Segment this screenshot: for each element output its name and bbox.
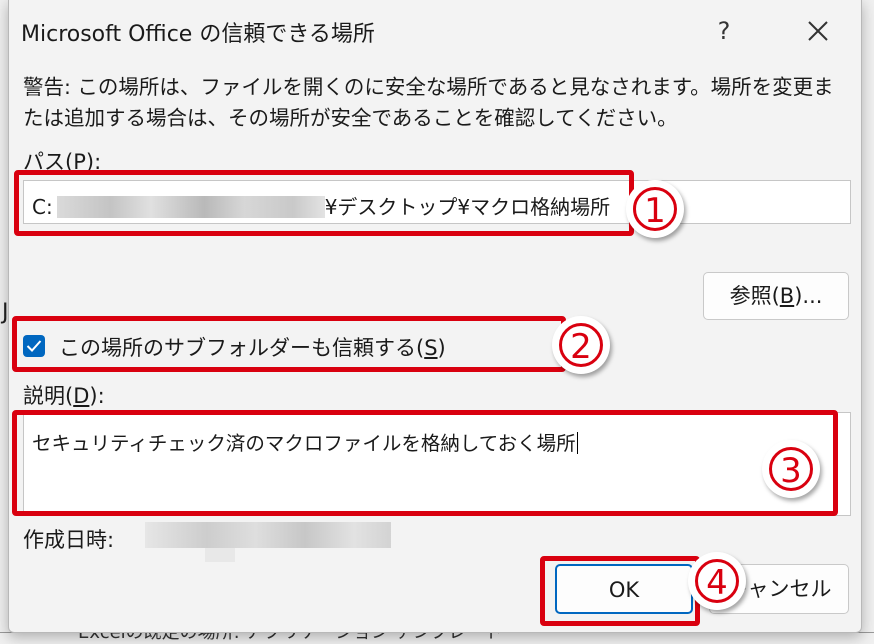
annotation-badge-3: 3 [762, 440, 820, 498]
badge-1-number: 1 [633, 187, 677, 231]
dialog-title: Microsoft Office の信頼できる場所 [21, 22, 375, 47]
annotation-badge-4: 4 [688, 552, 746, 610]
desc-label-post: ): [89, 384, 105, 408]
annotation-box-path [14, 170, 634, 236]
title-bar: Microsoft Office の信頼できる場所 ? [9, 0, 861, 62]
created-date-redaction [145, 522, 391, 548]
close-button[interactable] [793, 10, 843, 52]
badge-4-number: 4 [695, 559, 739, 603]
annotation-badge-2: 2 [552, 316, 610, 374]
browse-button[interactable]: 参照(B)... [703, 272, 849, 320]
desc-label-pre: 説明( [23, 384, 74, 408]
annotation-box-description [12, 410, 838, 516]
annotation-box-subfolder [12, 316, 566, 372]
description-label: 説明(D): [23, 380, 105, 410]
browse-pre: 参照( [729, 284, 780, 308]
warning-text: 警告: この場所は、ファイルを開くのに安全な場所であると見なされます。場所を変更… [23, 75, 834, 130]
help-button[interactable]: ? [699, 10, 749, 52]
created-date-label: 作成日時: [23, 528, 115, 552]
badge-2-number: 2 [559, 323, 603, 367]
browse-post: )... [794, 284, 823, 308]
close-icon [808, 21, 828, 41]
badge-3-number: 3 [769, 447, 813, 491]
annotation-badge-1: 1 [626, 180, 684, 238]
annotation-box-ok [540, 556, 700, 626]
created-date-redaction-2 [205, 548, 235, 562]
browse-key: B [779, 284, 795, 308]
desc-label-key: D [73, 384, 90, 408]
